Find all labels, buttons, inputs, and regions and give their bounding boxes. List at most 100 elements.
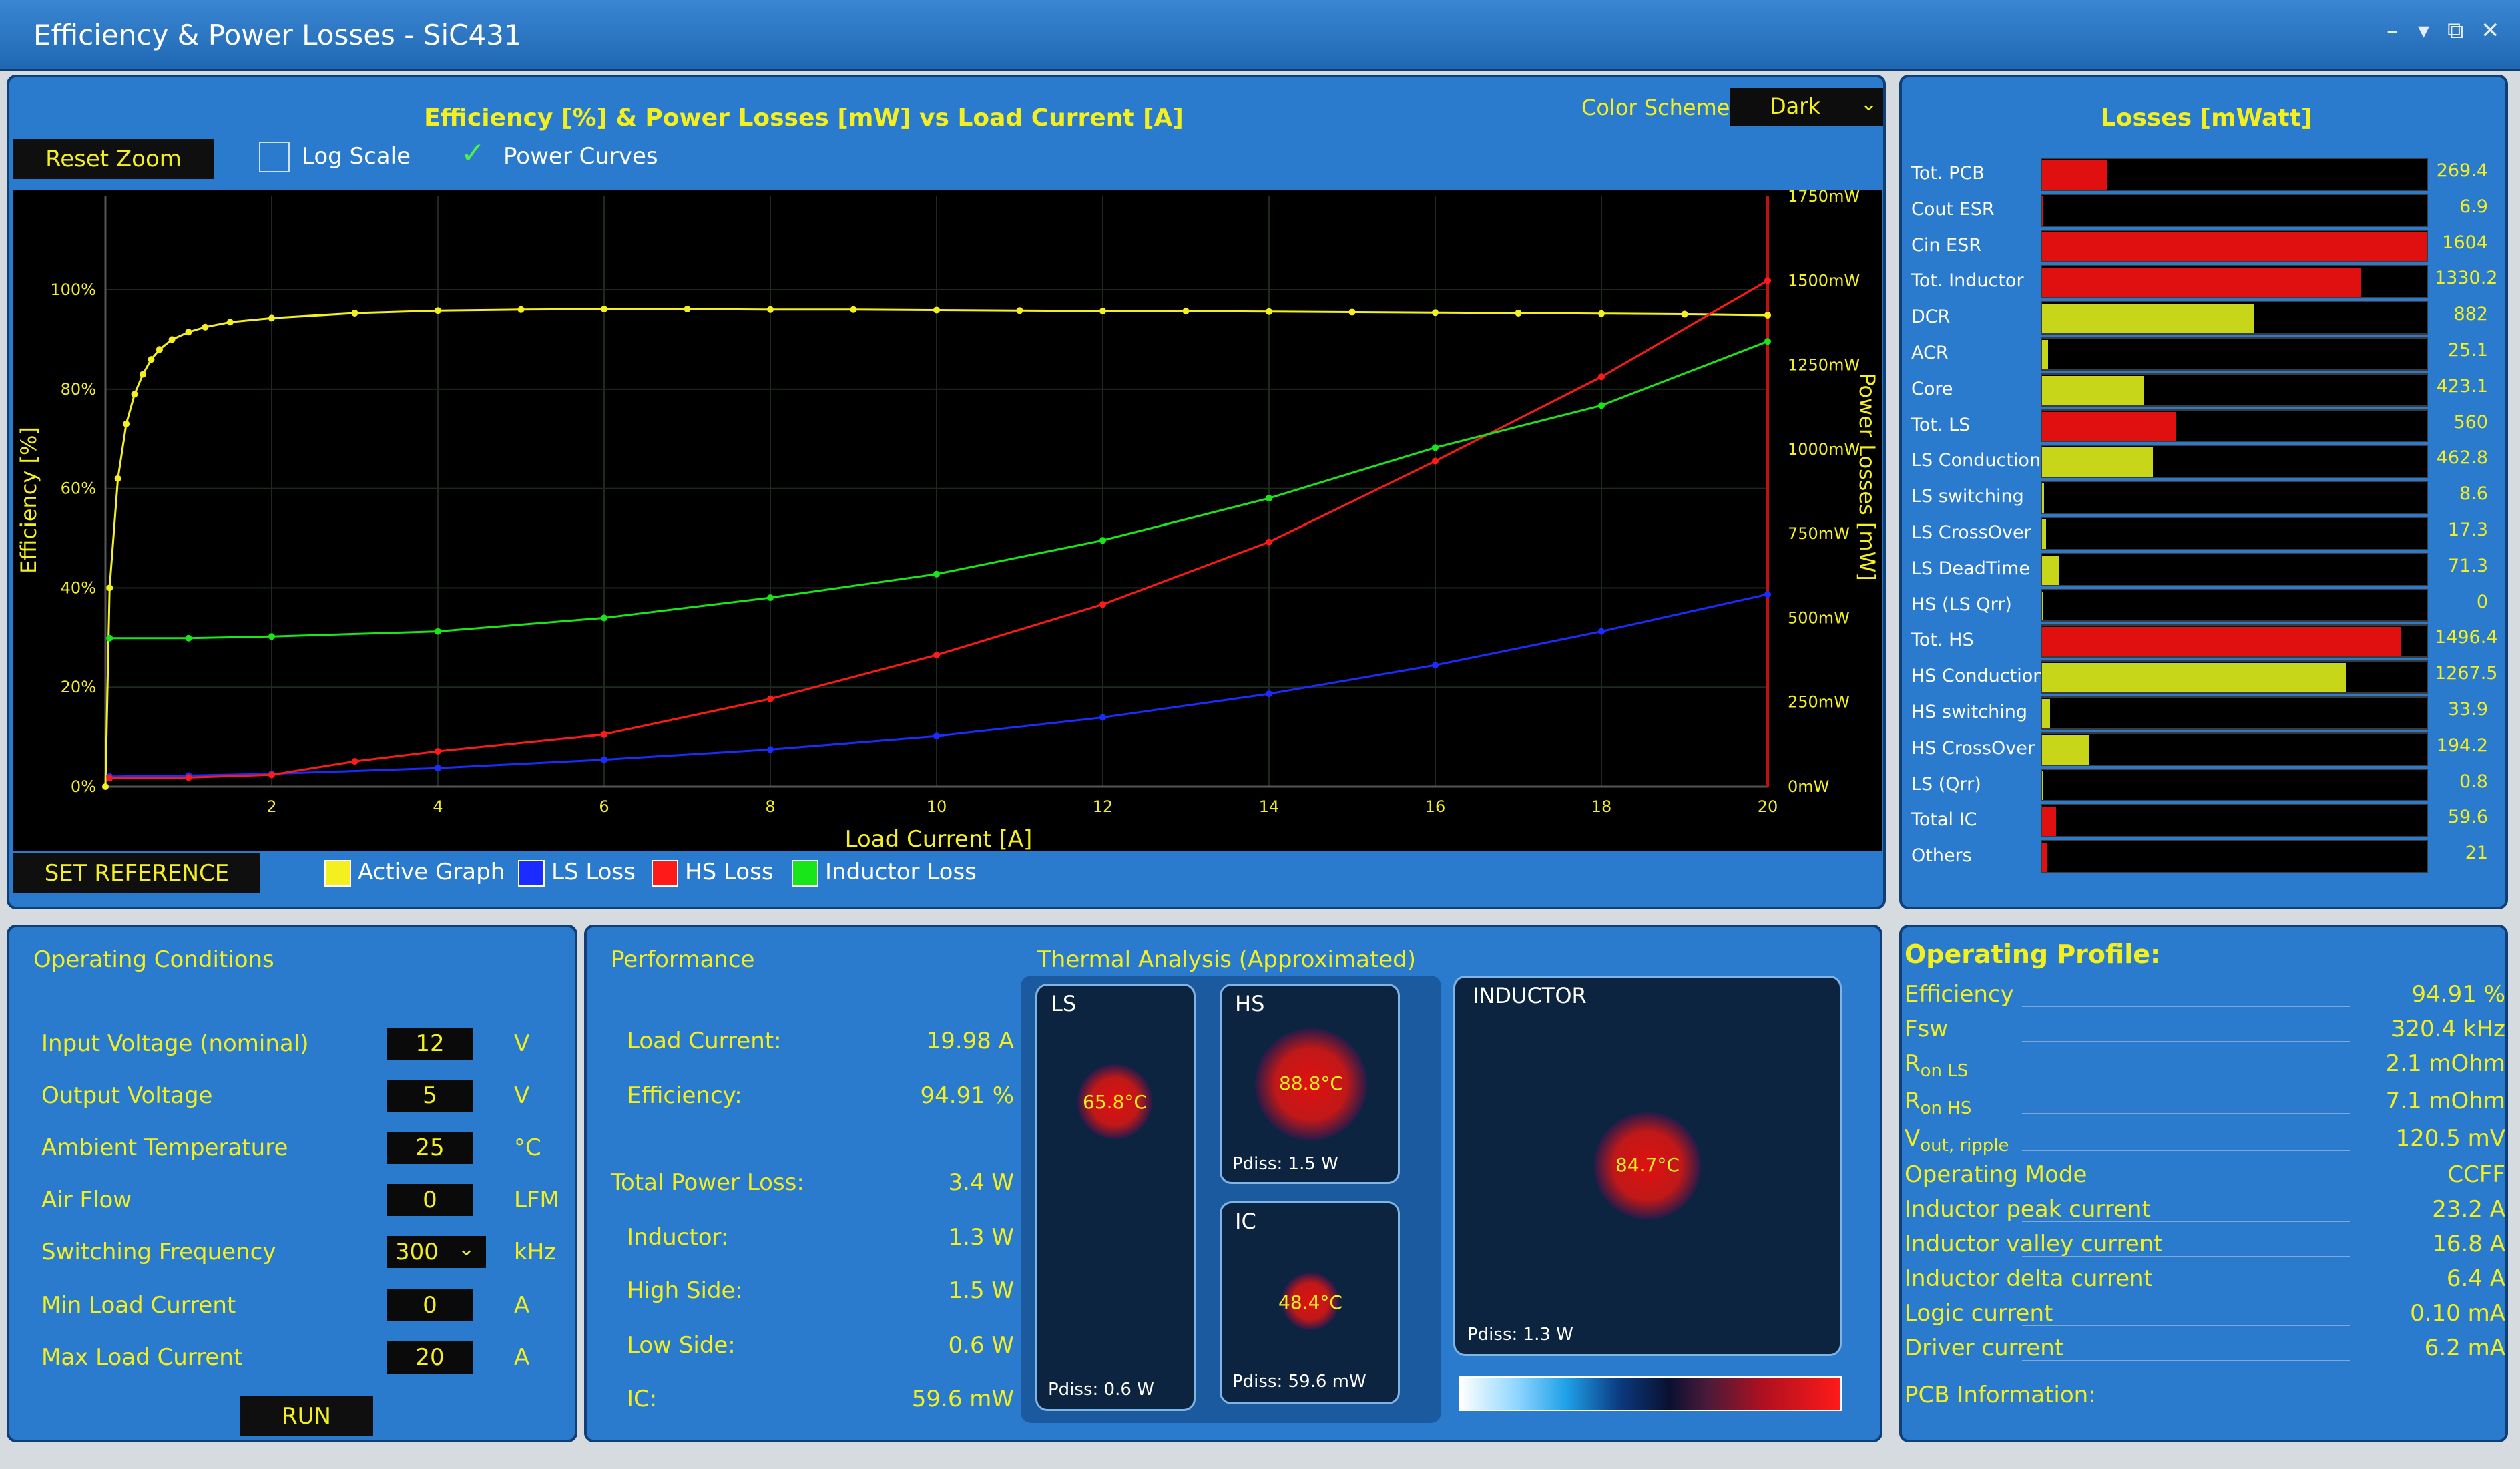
checkmark-icon[interactable]: ✓	[461, 136, 485, 170]
loss-row: LS DeadTime 71.3	[1902, 552, 2511, 586]
profile-leader-line	[2022, 1360, 2350, 1361]
reset-zoom-button[interactable]: Reset Zoom	[13, 139, 214, 179]
data-point	[850, 306, 857, 313]
restore-icon[interactable]: ⧉	[2447, 17, 2463, 44]
data-point	[131, 391, 138, 398]
performance-value: 1.3 W	[948, 1224, 1015, 1251]
data-point	[933, 732, 940, 740]
window-title: Efficiency & Power Losses - SiC431	[33, 19, 522, 51]
condition-label: Air Flow	[41, 1187, 132, 1213]
condition-input[interactable]: 12	[387, 1028, 473, 1060]
loss-row: LS Conduction 462.8	[1902, 445, 2511, 479]
profile-value: 320.4 kHz	[2390, 1016, 2505, 1042]
color-scheme-select[interactable]: Dark ⌄	[1730, 88, 1883, 126]
condition-input[interactable]: 25	[387, 1132, 473, 1164]
log-scale-checkbox[interactable]	[259, 142, 290, 172]
y-right-tick-label: 500mW	[1788, 608, 1850, 627]
performance-row: Inductor: 1.3 W	[587, 1224, 1014, 1257]
loss-value: 1604	[2442, 232, 2488, 253]
data-point	[1432, 444, 1439, 451]
data-point	[435, 747, 441, 755]
loss-bar-track	[2041, 660, 2428, 694]
loss-value: 462.8	[2436, 447, 2488, 469]
condition-input[interactable]: 20	[387, 1341, 473, 1374]
data-point	[202, 323, 209, 331]
loss-label: Tot. HS	[1911, 630, 1974, 651]
performance-label: IC:	[627, 1386, 658, 1412]
close-icon[interactable]: ✕	[2481, 17, 2500, 44]
profile-row: Fsw 320.4 kHz	[1902, 1016, 2511, 1048]
chart-title: Efficiency [%] & Power Losses [mW] vs Lo…	[424, 104, 1184, 132]
data-point	[351, 309, 358, 317]
legend-ls-loss[interactable]: LS Loss	[551, 859, 636, 885]
profile-value: 16.8 A	[2432, 1231, 2505, 1257]
y-left-tick-label: 60%	[61, 479, 96, 498]
loss-label: Others	[1911, 845, 1972, 867]
loss-row: HS CrossOver 194.2	[1902, 732, 2511, 766]
loss-row: Tot. PCB 269.4	[1902, 158, 2511, 191]
data-point	[351, 758, 358, 765]
chevron-down-icon: ⌄	[1860, 92, 1878, 116]
profile-label-text: R	[1905, 1050, 1921, 1077]
profile-value: 94.91 %	[2411, 981, 2505, 1008]
data-point	[185, 329, 192, 336]
loss-label: Total IC	[1911, 809, 1977, 831]
minimize-icon[interactable]: –	[2386, 17, 2398, 44]
loss-bar-track	[2041, 265, 2428, 299]
loss-label: LS Conduction	[1911, 450, 2041, 471]
loss-label: LS CrossOver	[1911, 522, 2031, 543]
legend-swatch-active	[324, 860, 351, 887]
condition-row: Air Flow 0 LFM	[9, 1184, 580, 1224]
loss-row: ACR 25.1	[1902, 337, 2511, 371]
condition-input[interactable]: 0	[387, 1289, 473, 1321]
log-scale-label: Log Scale	[302, 143, 411, 170]
profile-value: 2.1 mOhm	[2385, 1050, 2505, 1077]
thermal-ic-label: IC	[1235, 1209, 1256, 1234]
profile-leader-line	[2022, 1041, 2350, 1042]
chart-legend: Active Graph LS Loss HS Loss Inductor Lo…	[318, 856, 1119, 896]
run-button[interactable]: RUN	[240, 1396, 373, 1436]
data-point	[1432, 309, 1439, 317]
profile-label: Logic current	[1905, 1300, 2053, 1327]
condition-input[interactable]: 0	[387, 1184, 473, 1216]
thermal-title: Thermal Analysis (Approximated)	[1037, 946, 1417, 973]
loss-bar-track	[2041, 840, 2428, 873]
thermal-inductor-label: INDUCTOR	[1473, 983, 1587, 1008]
legend-active-graph[interactable]: Active Graph	[358, 859, 505, 885]
profile-value: 6.2 mA	[2424, 1335, 2505, 1361]
loss-bar-track	[2041, 409, 2428, 443]
chart-plot[interactable]: 2 4 6 8 10 12 14 16 18 20 0% 20% 40% 60% 80% 100% 0mW 250…	[13, 190, 1882, 851]
profile-row: Ron LS 2.1 mOhm	[1902, 1050, 2511, 1082]
legend-inductor-loss[interactable]: Inductor Loss	[825, 859, 977, 885]
condition-unit: A	[514, 1344, 530, 1371]
loss-bar	[2042, 196, 2044, 226]
conditions-list: Input Voltage (nominal) 12 V Output Voltage…	[9, 1028, 580, 1402]
menu-chevron-icon[interactable]: ▾	[2418, 17, 2429, 44]
legend-swatch-hs	[652, 860, 678, 887]
profile-list: Efficiency 94.91 % Fsw 320.4 kHz Ron LS 2.1 m…	[1902, 981, 2511, 1382]
thermal-ic-temp: 48.4°C	[1278, 1291, 1342, 1313]
data-point	[106, 775, 113, 782]
profile-label: Inductor delta current	[1905, 1265, 2153, 1292]
loss-value: 71.3	[2447, 555, 2488, 576]
loss-bar-track	[2041, 552, 2428, 586]
data-point	[1266, 538, 1272, 546]
losses-title: Losses [mWatt]	[2100, 104, 2312, 132]
switching-frequency-select[interactable]: 300 ⌄	[387, 1236, 486, 1268]
condition-row: Output Voltage 5 V	[9, 1080, 580, 1120]
set-reference-button[interactable]: SET REFERENCE	[13, 853, 260, 893]
loss-row: Tot. Inductor 1330.2	[1902, 265, 2511, 299]
condition-input[interactable]: 5	[387, 1080, 473, 1112]
title-bar: Efficiency & Power Losses - SiC431 – ▾ ⧉…	[0, 0, 2520, 71]
x-tick-label: 12	[1093, 797, 1113, 816]
loss-row: Tot. HS 1496.4	[1902, 624, 2511, 658]
performance-row: Total Power Loss: 3.4 W	[587, 1169, 1014, 1203]
loss-value: 0.8	[2459, 771, 2488, 792]
loss-value: 21	[2465, 843, 2488, 864]
temperature-color-scale	[1459, 1376, 1842, 1411]
legend-hs-loss[interactable]: HS Loss	[685, 859, 774, 885]
loss-bar-track	[2041, 373, 2428, 407]
performance-value: 19.98 A	[926, 1028, 1014, 1054]
loss-value: 1267.5	[2435, 663, 2498, 684]
loss-label: HS (LS Qrr)	[1911, 594, 2012, 615]
